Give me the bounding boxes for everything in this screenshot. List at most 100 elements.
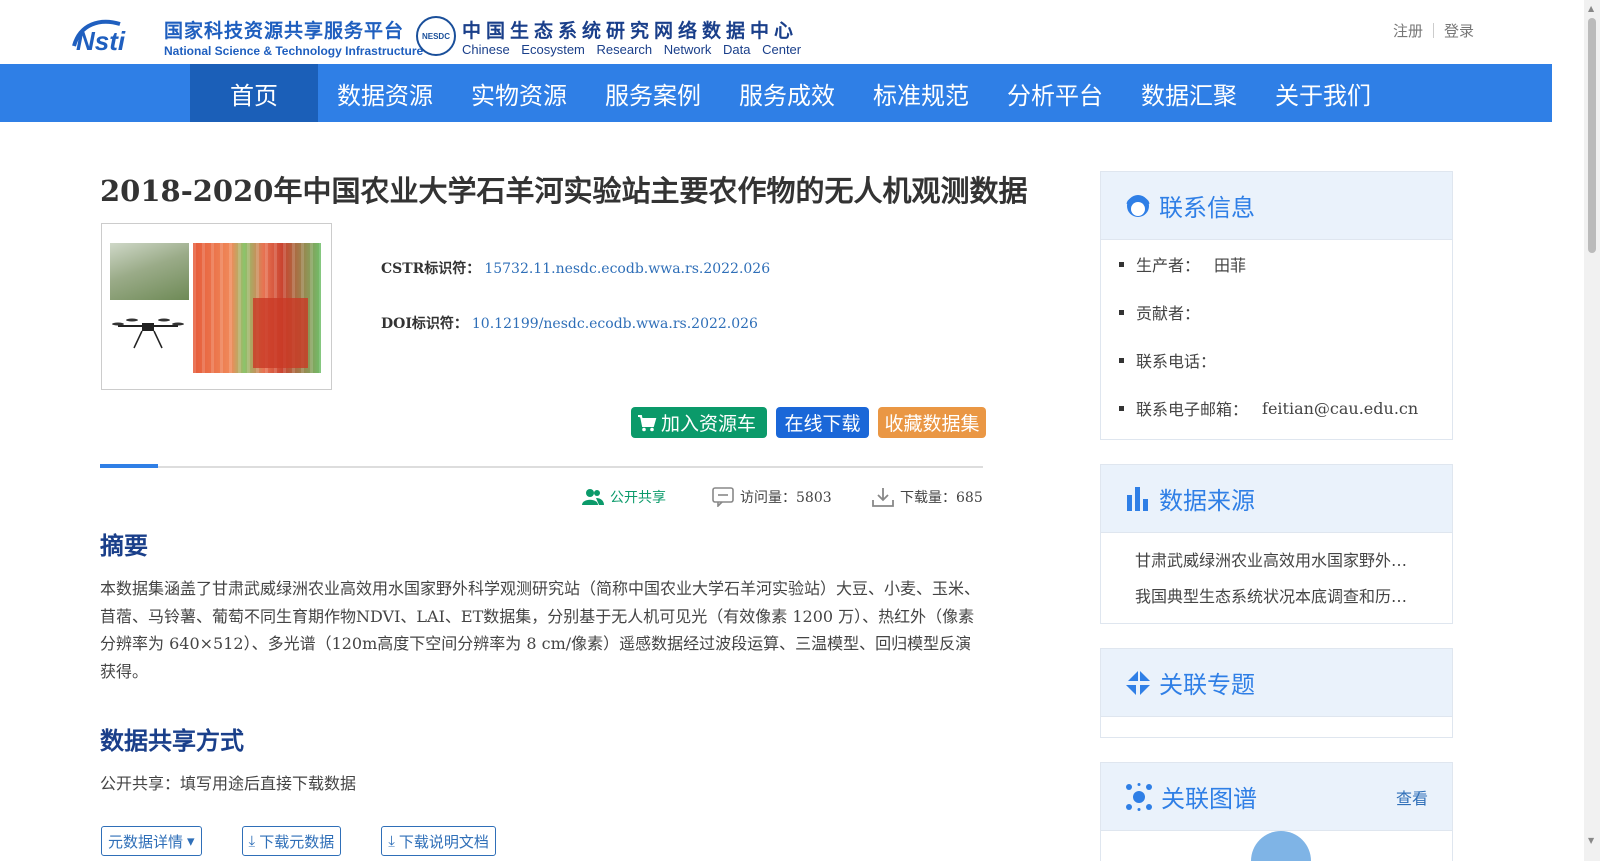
platform-name-cn: 国家科技资源共享服务平台 — [164, 20, 405, 42]
sharing-text: 公开共享：填写用途后直接下载数据 — [100, 774, 357, 793]
visit-count-stat: 访问量：5803 — [712, 487, 872, 507]
nav-item[interactable]: 分析平台 — [988, 64, 1122, 122]
auth-links: 注册 登录 — [1393, 20, 1474, 41]
cstr-identifier: CSTR标识符： 15732.11.nesdc.ecodb.wwa.rs.2022… — [381, 258, 770, 278]
aerial-photo — [110, 243, 189, 300]
share-mode-stat: 公开共享 — [582, 487, 712, 507]
doi-link[interactable]: 10.12199/nesdc.ecodb.wwa.rs.2022.026 — [472, 316, 758, 332]
download-icon: ⤓ — [248, 832, 256, 850]
login-link[interactable]: 登录 — [1444, 20, 1474, 41]
email-value[interactable]: feitian@cau.edu.cn — [1262, 399, 1418, 418]
register-link[interactable]: 注册 — [1393, 20, 1423, 41]
dataset-title: 2018-2020年中国农业大学石羊河实验站主要农作物的无人机观测数据 — [100, 174, 1028, 208]
caret-down-icon: ▾ — [187, 832, 195, 850]
dataset-thumbnail[interactable] — [101, 223, 332, 390]
site-header: Nsti 国家科技资源共享服务平台 National Science & Tec… — [0, 0, 1568, 64]
metadata-buttons: 元数据详情 ▾ ⤓ 下载元数据 ⤓ 下载说明文档 — [101, 826, 496, 856]
download-doc-button[interactable]: ⤓ 下载说明文档 — [381, 826, 496, 856]
graph-network-icon — [1126, 782, 1152, 811]
bar-chart-icon — [1127, 486, 1148, 511]
online-download-button[interactable]: 在线下载 — [776, 407, 869, 438]
share-mode-text: 公开共享 — [610, 490, 666, 506]
scroll-thumb[interactable] — [1588, 18, 1596, 253]
email-row: 联系电子邮箱： feitian@cau.edu.cn — [1119, 384, 1434, 432]
nav-item[interactable]: 首页 — [190, 64, 318, 122]
data-source-list: 甘肃武威绿洲农业高效用水国家野外… 我国典型生态系统状况本底调查和历… — [1101, 533, 1452, 613]
data-source-item[interactable]: 我国典型生态系统状况本底调查和历… — [1135, 577, 1435, 613]
download-metadata-label: 下载元数据 — [259, 832, 335, 851]
producer-row: 生产者： 田菲 — [1119, 240, 1434, 288]
metadata-detail-button[interactable]: 元数据详情 ▾ — [101, 826, 202, 856]
view-graph-link[interactable]: 查看 — [1396, 785, 1428, 809]
nav-item[interactable]: 服务成效 — [720, 64, 854, 122]
contributor-label: 贡献者： — [1136, 304, 1201, 323]
data-source-panel-header: 数据来源 — [1101, 465, 1452, 533]
nsti-logo-text: Nsti — [76, 26, 126, 56]
ndvi-map-image — [193, 243, 321, 373]
cstr-link[interactable]: 15732.11.nesdc.ecodb.wwa.rs.2022.026 — [484, 261, 770, 277]
download-count-text: 下载量：685 — [900, 490, 983, 506]
producer-label: 生产者： — [1136, 256, 1201, 275]
nsti-logo[interactable]: Nsti — [70, 16, 160, 56]
metadata-detail-label: 元数据详情 — [108, 832, 184, 851]
platform-name-en: National Science & Technology Infrastruc… — [164, 44, 424, 58]
scroll-down-arrow-icon[interactable]: ▼ — [1588, 836, 1594, 845]
nav-item[interactable]: 服务案例 — [586, 64, 720, 122]
contact-panel-header: 联系信息 — [1101, 172, 1452, 240]
download-icon: ⤓ — [388, 832, 395, 850]
cart-icon — [638, 414, 657, 431]
doi-label: DOI标识符： — [381, 316, 468, 332]
contact-list: 生产者： 田菲 贡献者： 联系电话： 联系电子邮箱： feitian@cau.edu… — [1101, 240, 1452, 432]
phone-row: 联系电话： — [1119, 336, 1434, 384]
related-topic-panel: 关联专题 — [1100, 648, 1453, 738]
drone-image — [112, 318, 184, 349]
tab-divider — [100, 466, 983, 468]
data-source-item[interactable]: 甘肃武威绿洲农业高效用水国家野外… — [1135, 541, 1435, 577]
producer-value: 田菲 — [1214, 256, 1247, 275]
nav-item[interactable]: 标准规范 — [854, 64, 988, 122]
related-graph-panel-title: 关联图谱 — [1161, 785, 1257, 813]
topic-icon — [1126, 670, 1150, 695]
phone-label: 联系电话： — [1136, 352, 1217, 371]
related-topic-panel-header: 关联专题 — [1101, 649, 1452, 717]
abstract-text: 本数据集涵盖了甘肃武威绿洲农业高效用水国家野外科学观测研究站（简称中国农业大学石… — [100, 579, 981, 681]
add-to-cart-label: 加入资源车 — [661, 413, 757, 435]
scroll-up-arrow-icon[interactable]: ▲ — [1588, 4, 1594, 13]
nav-item[interactable]: 关于我们 — [1256, 64, 1390, 122]
nesdc-name-cn: 中国生态系统研究网络数据中心 — [462, 20, 799, 42]
visit-count-text: 访问量：5803 — [740, 490, 832, 506]
download-count-stat: 下载量：685 — [872, 487, 983, 507]
nesdc-logo[interactable]: NESDC — [416, 16, 456, 56]
email-label: 联系电子邮箱： — [1136, 400, 1249, 419]
action-buttons: 加入资源车 在线下载 收藏数据集 — [631, 407, 986, 438]
nav-item[interactable]: 数据汇聚 — [1122, 64, 1256, 122]
download-icon — [872, 488, 894, 507]
download-doc-label: 下载说明文档 — [398, 832, 489, 851]
doi-identifier: DOI标识符： 10.12199/nesdc.ecodb.wwa.rs.2022.… — [381, 313, 758, 333]
user-support-icon — [1126, 194, 1150, 217]
nav-item[interactable]: 实物资源 — [452, 64, 586, 122]
cstr-label: CSTR标识符： — [381, 261, 481, 277]
data-source-panel-title: 数据来源 — [1159, 487, 1255, 515]
nesdc-name-en: Chinese Ecosystem Research Network Data … — [462, 42, 802, 57]
download-metadata-button[interactable]: ⤓ 下载元数据 — [241, 826, 342, 856]
sharing-heading: 数据共享方式 — [100, 727, 244, 755]
dataset-stats: 公开共享 访问量：5803 下载量：685 — [582, 487, 983, 507]
contact-panel-title: 联系信息 — [1159, 194, 1255, 222]
users-icon — [582, 489, 604, 505]
contact-panel: 联系信息 生产者： 田菲 贡献者： 联系电话： 联系电子邮箱： feitian@ca… — [1100, 171, 1453, 440]
page-scrollbar[interactable]: ▲ ▼ — [1584, 0, 1600, 861]
data-source-panel: 数据来源 甘肃武威绿洲农业高效用水国家野外… 我国典型生态系统状况本底调查和历… — [1100, 464, 1453, 624]
related-topic-panel-title: 关联专题 — [1159, 671, 1255, 699]
auth-divider — [1432, 23, 1434, 38]
main-nav: 首页 数据资源 实物资源 服务案例 服务成效 标准规范 分析平台 数据汇聚 关于我们 — [0, 64, 1552, 122]
nav-item[interactable]: 数据资源 — [318, 64, 452, 122]
add-to-cart-button[interactable]: 加入资源车 — [631, 407, 767, 438]
contributor-row: 贡献者： — [1119, 288, 1434, 336]
related-graph-panel: 关联图谱 查看 — [1100, 762, 1453, 861]
related-graph-panel-header: 关联图谱 查看 — [1101, 763, 1452, 831]
nav-list: 首页 数据资源 实物资源 服务案例 服务成效 标准规范 分析平台 数据汇聚 关于我们 — [190, 64, 1390, 122]
graph-node[interactable] — [1251, 831, 1311, 861]
favorite-dataset-button[interactable]: 收藏数据集 — [878, 407, 986, 438]
active-tab-indicator — [100, 464, 158, 468]
